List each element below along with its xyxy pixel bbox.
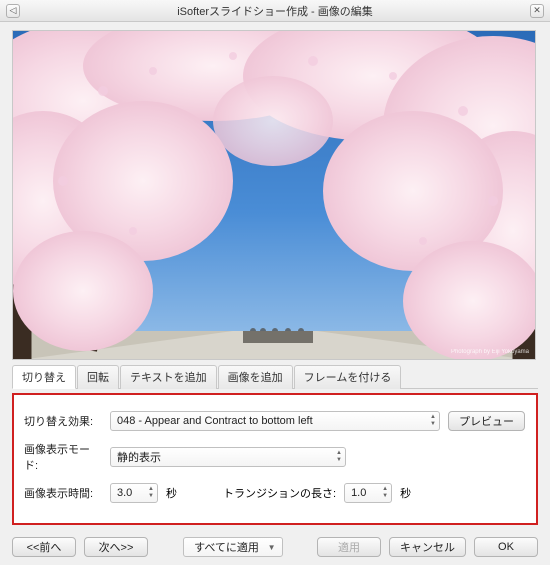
effect-select[interactable]: 048 - Appear and Contract to bottom left… (110, 411, 440, 431)
tab-rotate[interactable]: 回転 (77, 365, 119, 389)
image-preview: Photograph by Eiji Yokoyama (12, 30, 536, 360)
stepper-updown-icon: ▲▼ (382, 486, 388, 500)
duration-label: 画像表示時間: (24, 485, 102, 501)
tab-add-text[interactable]: テキストを追加 (120, 365, 217, 389)
duration-unit: 秒 (166, 485, 177, 501)
tab-bar: 切り替え 回転 テキストを追加 画像を追加 フレームを付ける (12, 364, 538, 389)
cancel-button[interactable]: キャンセル (389, 537, 466, 557)
dialog-footer: <<前へ 次へ>> すべてに適用 ▼ 適用 キャンセル OK (12, 537, 538, 557)
chevron-updown-icon: ▲▼ (430, 414, 436, 428)
next-button[interactable]: 次へ>> (84, 537, 148, 557)
mode-label: 画像表示モード: (24, 441, 102, 473)
preview-button[interactable]: プレビュー (448, 411, 525, 431)
apply-button[interactable]: 適用 (317, 537, 381, 557)
chevron-updown-icon: ▲▼ (336, 450, 342, 464)
transition-label: トランジションの長さ: (223, 485, 336, 501)
transition-unit: 秒 (400, 485, 411, 501)
prev-button[interactable]: <<前へ (12, 537, 76, 557)
window-title: iSofterスライドショー作成 - 画像の編集 (20, 3, 530, 19)
tab-add-image[interactable]: 画像を追加 (218, 365, 293, 389)
tab-add-frame[interactable]: フレームを付ける (294, 365, 402, 389)
tab-transition[interactable]: 切り替え (12, 365, 76, 389)
transition-stepper[interactable]: 1.0 ▲▼ (344, 483, 392, 503)
svg-text:Photograph by Eiji Yokoyama: Photograph by Eiji Yokoyama (451, 349, 530, 355)
ok-button[interactable]: OK (474, 537, 538, 557)
cherry-blossom-image: Photograph by Eiji Yokoyama (13, 31, 536, 360)
back-button[interactable]: ◁ (6, 4, 20, 18)
effect-label: 切り替え効果: (24, 413, 102, 429)
chevron-down-icon: ▼ (268, 543, 276, 552)
transition-panel: 切り替え効果: 048 - Appear and Contract to bot… (12, 393, 538, 525)
apply-all-select[interactable]: すべてに適用 ▼ (183, 537, 283, 557)
stepper-updown-icon: ▲▼ (148, 486, 154, 500)
close-button[interactable]: ✕ (530, 4, 544, 18)
duration-stepper[interactable]: 3.0 ▲▼ (110, 483, 158, 503)
mode-select[interactable]: 静的表示 ▲▼ (110, 447, 346, 467)
